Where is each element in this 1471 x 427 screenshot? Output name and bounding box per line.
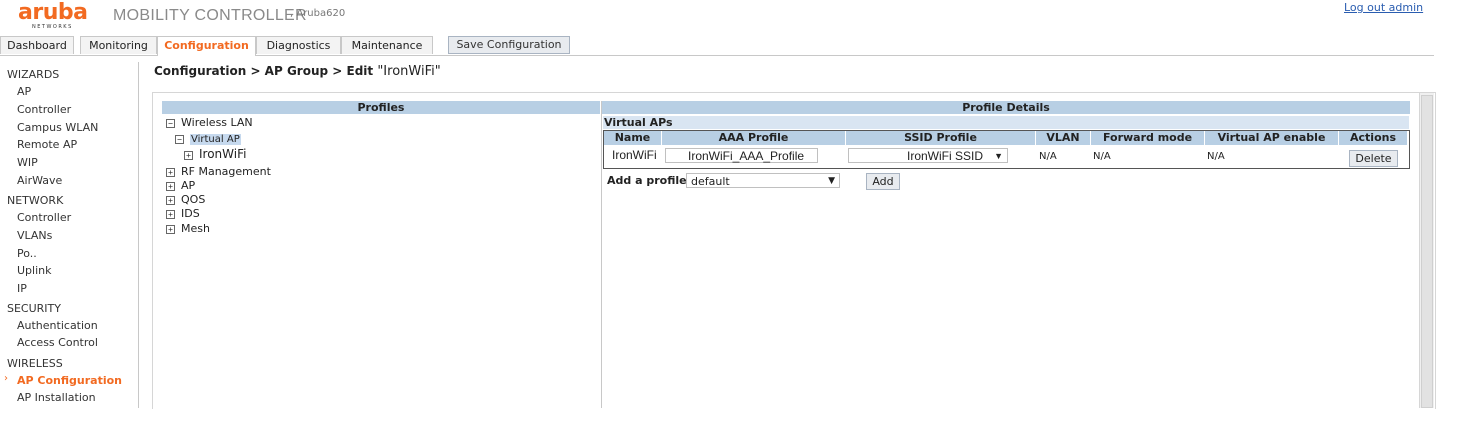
tree-label: IDS <box>181 207 200 220</box>
column-header-name: Name <box>604 131 662 145</box>
sidebar: WIZARDS AP Controller Campus WLAN Remote… <box>0 62 139 408</box>
column-header-actions: Actions <box>1339 131 1407 145</box>
tree-label: QOS <box>181 193 206 206</box>
tree-label: Wireless LAN <box>181 116 253 129</box>
expand-icon[interactable]: + <box>184 150 193 160</box>
tree-item-rf-management[interactable]: + RF Management <box>166 165 271 178</box>
sidebar-item-vlans[interactable]: VLANs <box>17 229 52 242</box>
main-tab-bar: Dashboard Monitoring Configuration Diagn… <box>0 36 1434 56</box>
tree-label: IronWiFi <box>199 147 247 161</box>
tree-item-qos[interactable]: + QOS <box>166 193 205 206</box>
sidebar-item-ap-configuration[interactable]: AP Configuration <box>17 374 122 387</box>
ssid-profile-value: IronWiFi SSID <box>907 149 984 163</box>
panel-divider <box>601 101 602 408</box>
sidebar-item-wizard-ap[interactable]: AP <box>17 85 31 98</box>
vlan-cell: N/A <box>1039 151 1057 162</box>
vap-name-cell: IronWiFi <box>612 148 657 162</box>
tree-item-virtual-ap[interactable]: − Virtual AP <box>175 132 241 145</box>
tab-monitoring[interactable]: Monitoring <box>80 36 157 54</box>
tree-label-selected: Virtual AP <box>190 134 241 145</box>
tree-item-ap[interactable]: + AP <box>166 179 195 192</box>
expand-icon[interactable]: + <box>166 209 175 219</box>
sidebar-item-remote-ap[interactable]: Remote AP <box>17 138 77 151</box>
expand-icon[interactable]: + <box>166 181 175 191</box>
tree-label: Mesh <box>181 222 210 235</box>
expand-icon[interactable]: + <box>166 167 175 177</box>
sidebar-heading-network: NETWORK <box>7 194 64 207</box>
chevron-right-icon: › <box>4 373 8 384</box>
chevron-down-icon: ▼ <box>828 176 835 186</box>
scrollbar-thumb[interactable] <box>1421 95 1433 408</box>
tree-item-ironwifi[interactable]: + IronWiFi <box>184 147 246 161</box>
sidebar-item-ports[interactable]: Po.. <box>17 247 37 260</box>
ssid-profile-select[interactable]: IronWiFi SSID ▼ <box>848 148 1008 163</box>
aaa-profile-value: IronWiFi_AAA_Profile <box>688 149 805 163</box>
breadcrumb: Configuration > AP Group > Edit "IronWiF… <box>154 64 441 79</box>
delete-button[interactable]: Delete <box>1349 150 1398 167</box>
column-header-aaa-profile: AAA Profile <box>662 131 846 145</box>
add-profile-select[interactable]: default ▼ <box>686 173 840 188</box>
column-header-ssid-profile: SSID Profile <box>846 131 1036 145</box>
breadcrumb-group-name: "IronWiFi" <box>377 64 441 79</box>
tab-maintenance[interactable]: Maintenance <box>341 36 433 54</box>
logo-wordmark: aruba <box>18 0 88 25</box>
breadcrumb-path: Configuration > AP Group > Edit <box>154 64 374 78</box>
aruba-logo: aruba NETWORKS <box>18 2 94 32</box>
collapse-icon[interactable]: − <box>166 118 175 128</box>
sidebar-heading-wireless: WIRELESS <box>7 357 63 370</box>
save-configuration-button[interactable]: Save Configuration <box>448 36 570 54</box>
tab-configuration[interactable]: Configuration <box>157 36 256 56</box>
add-profile-label: Add a profile <box>607 174 687 187</box>
add-profile-button[interactable]: Add <box>866 173 900 190</box>
expand-icon[interactable]: + <box>166 224 175 234</box>
sidebar-item-authentication[interactable]: Authentication <box>17 319 98 332</box>
profile-details-header: Profile Details <box>602 101 1410 114</box>
collapse-icon[interactable]: − <box>175 134 184 144</box>
forward-mode-cell: N/A <box>1093 151 1111 162</box>
column-header-vlan: VLAN <box>1036 131 1091 145</box>
vap-enable-cell: N/A <box>1207 151 1225 162</box>
tree-item-ids[interactable]: + IDS <box>166 207 200 220</box>
profiles-header: Profiles <box>162 101 600 114</box>
tree-item-wireless-lan[interactable]: − Wireless LAN <box>166 116 253 129</box>
add-profile-value: default <box>691 175 730 188</box>
sidebar-item-network-controller[interactable]: Controller <box>17 211 71 224</box>
device-name: , Aruba620 <box>290 8 346 19</box>
tab-dashboard[interactable]: Dashboard <box>0 36 74 54</box>
sidebar-heading-security: SECURITY <box>7 302 61 315</box>
column-header-vap-enable: Virtual AP enable <box>1205 131 1339 145</box>
aaa-profile-select[interactable]: IronWiFi_AAA_Profile <box>665 148 818 163</box>
sidebar-item-access-control[interactable]: Access Control <box>17 336 98 349</box>
sidebar-item-campus-wlan[interactable]: Campus WLAN <box>17 121 98 134</box>
expand-icon[interactable]: + <box>166 195 175 205</box>
chevron-down-icon: ▼ <box>994 151 1003 161</box>
sidebar-item-ip[interactable]: IP <box>17 282 27 295</box>
sidebar-item-wip[interactable]: WIP <box>17 156 38 169</box>
tree-label: RF Management <box>181 165 271 178</box>
tree-item-mesh[interactable]: + Mesh <box>166 222 210 235</box>
logout-link[interactable]: Log out admin <box>1344 1 1423 14</box>
sidebar-heading-wizards: WIZARDS <box>7 68 60 81</box>
tab-diagnostics[interactable]: Diagnostics <box>256 36 341 54</box>
app-title: MOBILITY CONTROLLER <box>113 7 307 24</box>
tree-label: AP <box>181 179 196 192</box>
column-header-forward-mode: Forward mode <box>1091 131 1205 145</box>
virtual-aps-title: Virtual APs <box>603 116 1409 129</box>
sidebar-item-airwave[interactable]: AirWave <box>17 174 62 187</box>
sidebar-item-ap-installation[interactable]: AP Installation <box>17 391 96 404</box>
sidebar-item-wizard-controller[interactable]: Controller <box>17 103 71 116</box>
sidebar-item-uplink[interactable]: Uplink <box>17 264 52 277</box>
